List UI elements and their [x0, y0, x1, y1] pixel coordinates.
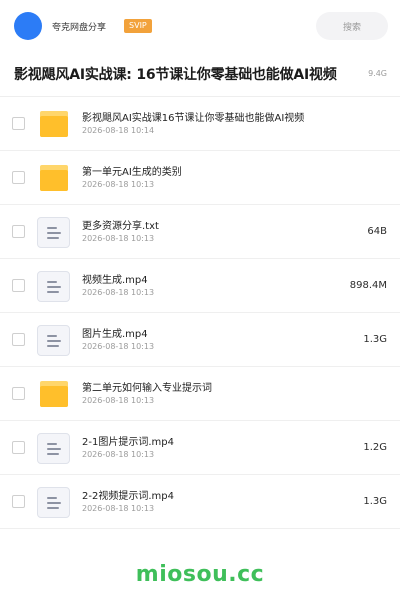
search-placeholder: 搜索	[342, 22, 361, 33]
file-date: 2026-08-18 10:13	[82, 234, 155, 243]
folder-icon	[40, 381, 68, 407]
checkbox-icon[interactable]	[12, 441, 25, 454]
document-icon	[37, 217, 70, 248]
file-date: 2026-08-18 10:13	[82, 180, 155, 189]
file-date: 2026-08-18 10:13	[82, 450, 155, 459]
file-date: 2026-08-18 10:13	[82, 504, 155, 513]
file-size: 64B	[367, 226, 387, 237]
watermark: miosou.cc	[135, 562, 265, 587]
checkbox-icon[interactable]	[12, 333, 25, 346]
file-row[interactable]: 视频生成.mp4 2026-08-18 10:13 898.4M	[0, 259, 400, 313]
checkbox-icon[interactable]	[12, 225, 25, 238]
checkbox-icon[interactable]	[12, 117, 25, 130]
file-date: 2026-08-18 10:13	[82, 288, 155, 297]
folder-icon	[40, 165, 68, 191]
checkbox-icon[interactable]	[12, 387, 25, 400]
share-size: 9.4G	[368, 69, 387, 78]
file-name: 影视飓风AI实战课16节课让你零基础也能做AI视频	[82, 113, 305, 124]
file-name: 2-2视频提示词.mp4	[82, 491, 174, 502]
file-name: 视频生成.mp4	[82, 275, 148, 286]
file-name: 第一单元AI生成的类别	[82, 167, 182, 178]
file-row[interactable]: 图片生成.mp4 2026-08-18 10:13 1.3G	[0, 313, 400, 367]
file-row[interactable]: 第二单元如何输入专业提示词 2026-08-18 10:13	[0, 367, 400, 421]
share-header: 夸克网盘分享 SVIP 搜索	[0, 0, 400, 52]
checkbox-icon[interactable]	[12, 279, 25, 292]
file-name: 图片生成.mp4	[82, 329, 148, 340]
file-date: 2026-08-18 10:14	[82, 126, 155, 135]
file-name: 2-1图片提示词.mp4	[82, 437, 174, 448]
file-date: 2026-08-18 10:13	[82, 342, 155, 351]
file-row[interactable]: 2-1图片提示词.mp4 2026-08-18 10:13 1.2G	[0, 421, 400, 475]
file-size: 1.3G	[363, 334, 387, 345]
checkbox-icon[interactable]	[12, 171, 25, 184]
file-size: 1.3G	[363, 496, 387, 507]
file-row[interactable]: 2-2视频提示词.mp4 2026-08-18 10:13 1.3G	[0, 475, 400, 529]
file-list: 影视飓风AI实战课16节课让你零基础也能做AI视频 2026-08-18 10:1…	[0, 97, 400, 529]
file-date: 2026-08-18 10:13	[82, 396, 155, 405]
file-size: 1.2G	[363, 442, 387, 453]
share-title-row: 影视飓风AI实战课: 16节课让你零基础也能做AI视频 9.4G	[0, 52, 400, 96]
file-row[interactable]: 影视飓风AI实战课16节课让你零基础也能做AI视频 2026-08-18 10:1…	[0, 97, 400, 151]
svip-badge: SVIP	[124, 19, 152, 33]
document-icon	[37, 487, 70, 518]
document-icon	[37, 271, 70, 302]
search-button[interactable]: 搜索	[316, 12, 388, 40]
checkbox-icon[interactable]	[12, 495, 25, 508]
document-icon	[37, 433, 70, 464]
file-name: 更多资源分享.txt	[82, 221, 159, 232]
file-row[interactable]: 更多资源分享.txt 2026-08-18 10:13 64B	[0, 205, 400, 259]
file-row[interactable]: 第一单元AI生成的类别 2026-08-18 10:13	[0, 151, 400, 205]
page-title: 影视飓风AI实战课: 16节课让你零基础也能做AI视频	[14, 64, 337, 84]
brand-name: 夸克网盘分享	[52, 22, 107, 33]
folder-icon	[40, 111, 68, 137]
file-size: 898.4M	[349, 280, 387, 291]
document-icon	[37, 325, 70, 356]
avatar[interactable]	[14, 12, 42, 40]
file-name: 第二单元如何输入专业提示词	[82, 383, 212, 394]
